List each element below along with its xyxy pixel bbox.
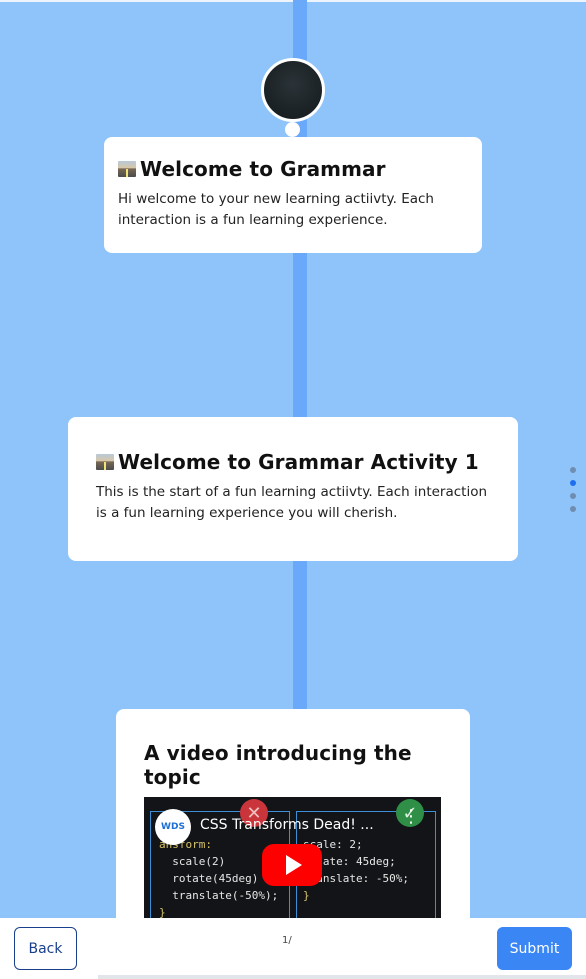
play-icon[interactable] (262, 844, 322, 886)
avatar (261, 58, 325, 122)
side-pagination (570, 467, 578, 519)
video-player[interactable]: ansform: scale(2) rotate(45deg) translat… (144, 797, 441, 931)
page-indicator: 1/ (282, 935, 292, 946)
more-vert-icon[interactable]: ⋮ (402, 808, 420, 826)
card-title: Welcome to Grammar (118, 157, 468, 181)
pagination-dot-active[interactable] (570, 480, 576, 486)
card-title-text: Welcome to Grammar Activity 1 (118, 450, 479, 474)
video-title[interactable]: CSS Transforms Dead! ... (200, 817, 374, 833)
card-title: Welcome to Grammar Activity 1 (96, 450, 490, 474)
pagination-dot[interactable] (570, 493, 576, 499)
card-video: A video introducing the topic ansform: s… (116, 709, 470, 939)
card-title-text: A video introducing the topic (144, 741, 412, 789)
bottom-bar: Back 1/ Submit (0, 918, 586, 979)
card-body: Hi welcome to your new learning actiivty… (118, 191, 434, 228)
road-icon (118, 161, 136, 177)
back-button[interactable]: Back (14, 927, 77, 970)
card-activity-1: Welcome to Grammar Activity 1 This is th… (68, 417, 518, 561)
road-icon (96, 454, 114, 470)
card-title: A video introducing the topic (144, 741, 442, 789)
card-body: This is the start of a fun learning acti… (96, 484, 488, 521)
timeline-node (285, 122, 300, 137)
submit-button[interactable]: Submit (497, 927, 572, 970)
pagination-dot[interactable] (570, 467, 576, 473)
card-welcome: Welcome to Grammar Hi welcome to your ne… (104, 137, 482, 253)
pagination-dot[interactable] (570, 506, 576, 512)
channel-logo[interactable]: WDS (155, 809, 191, 845)
card-title-text: Welcome to Grammar (140, 157, 386, 181)
